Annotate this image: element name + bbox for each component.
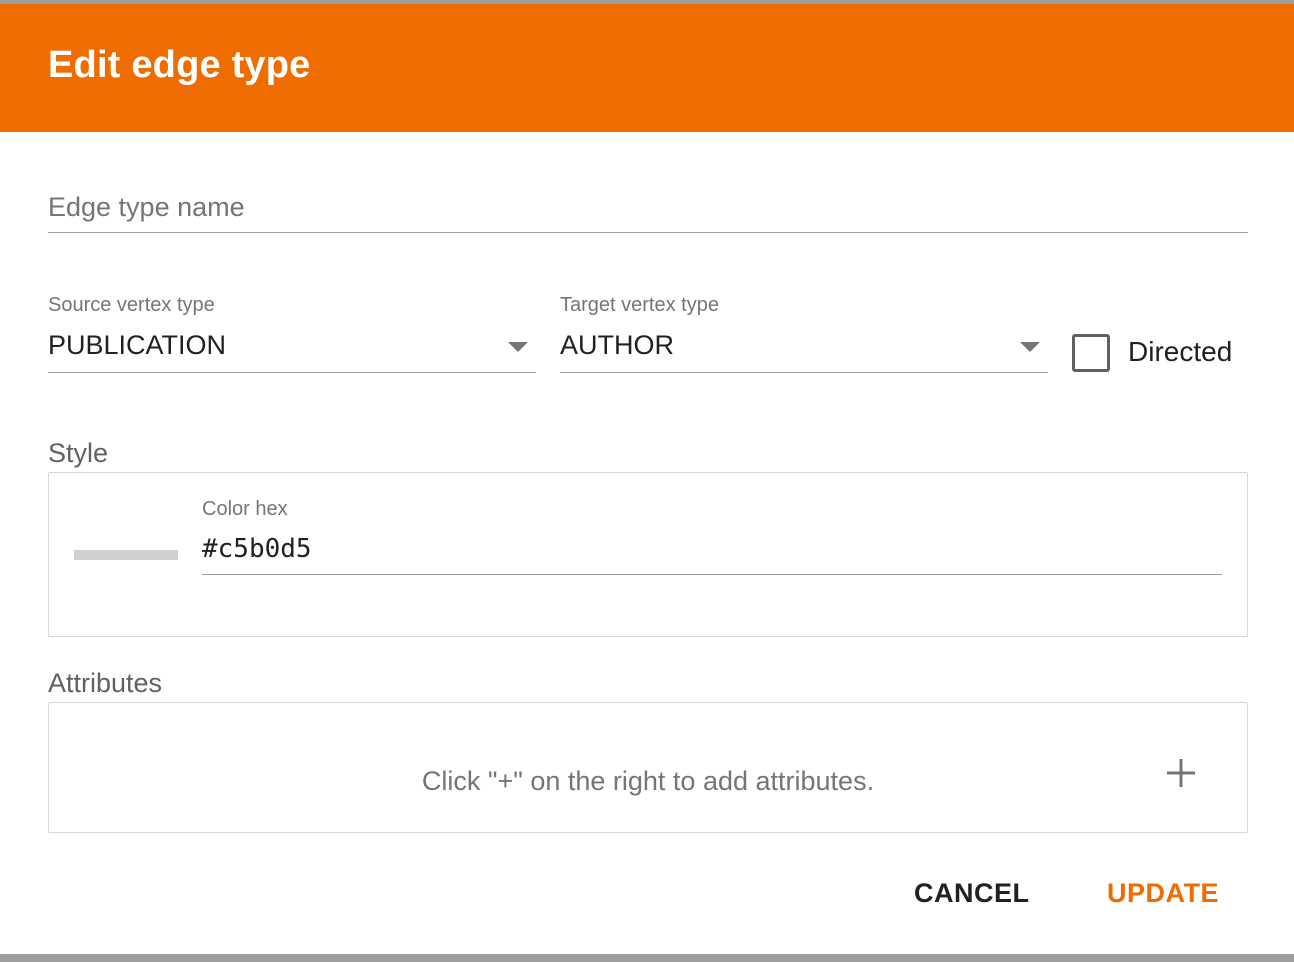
attributes-empty-message: Click "+" on the right to add attributes… bbox=[421, 766, 875, 796]
edge-type-name-placeholder: Edge type name bbox=[48, 192, 245, 222]
source-vertex-type-label: Source vertex type bbox=[48, 294, 215, 316]
target-vertex-type-value: AUTHOR bbox=[560, 330, 674, 360]
plus-icon[interactable] bbox=[1165, 757, 1197, 789]
directed-label[interactable]: Directed bbox=[1128, 336, 1232, 368]
color-hex-label: Color hex bbox=[202, 498, 288, 520]
color-hex-value: #c5b0d5 bbox=[202, 534, 312, 564]
edge-type-name-field[interactable]: Edge type name bbox=[48, 184, 1248, 234]
color-hex-input[interactable]: #c5b0d5 bbox=[202, 530, 1222, 576]
directed-checkbox[interactable] bbox=[1072, 334, 1110, 372]
source-vertex-type-underline bbox=[48, 372, 536, 373]
source-vertex-type-select[interactable]: Source vertex type PUBLICATION bbox=[48, 292, 536, 376]
target-vertex-type-select[interactable]: Target vertex type AUTHOR bbox=[560, 292, 1048, 376]
update-button[interactable]: UPDATE bbox=[1107, 878, 1219, 909]
target-vertex-type-underline bbox=[560, 372, 1048, 373]
cancel-button[interactable]: CANCEL bbox=[914, 878, 1030, 909]
style-section-title: Style bbox=[48, 438, 109, 468]
dialog-header: Edit edge type bbox=[0, 4, 1294, 132]
target-vertex-type-label: Target vertex type bbox=[560, 294, 719, 316]
color-hex-underline bbox=[202, 574, 1222, 575]
color-swatch bbox=[74, 550, 178, 560]
chevron-down-icon bbox=[508, 342, 528, 352]
attributes-section-title: Attributes bbox=[48, 668, 163, 698]
plus-icon-svg bbox=[1167, 759, 1195, 787]
edge-type-name-underline bbox=[48, 232, 1248, 233]
source-vertex-type-value: PUBLICATION bbox=[48, 330, 227, 360]
dialog-title: Edit edge type bbox=[48, 44, 311, 86]
edit-edge-type-dialog: Edit edge type Edge type name Source ver… bbox=[0, 4, 1294, 954]
chevron-down-icon bbox=[1020, 342, 1040, 352]
